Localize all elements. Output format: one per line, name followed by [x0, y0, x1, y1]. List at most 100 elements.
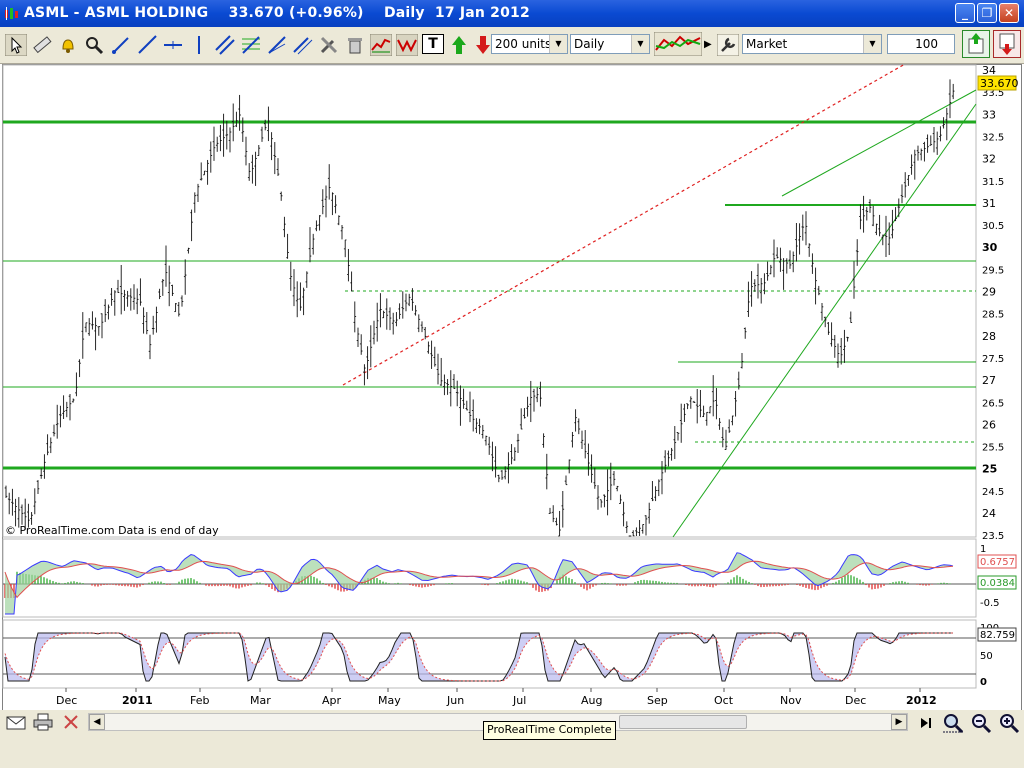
zoom-in-icon[interactable]	[998, 712, 1020, 734]
line-tool-icon[interactable]	[110, 34, 132, 56]
ruler-icon[interactable]	[31, 34, 53, 56]
print-icon[interactable]	[33, 713, 53, 731]
macd-hist-bar	[766, 584, 768, 587]
maximize-button[interactable]: ❐	[977, 3, 997, 23]
macd-hist-bar	[904, 581, 906, 584]
units-select[interactable]: 200 units ▼	[491, 34, 568, 54]
macd-hist-bar	[118, 584, 120, 586]
macd-hist-bar	[73, 581, 75, 584]
chart-zigzag-icon[interactable]	[396, 34, 418, 56]
macd-hist-bar	[754, 584, 756, 585]
macd-hist-bar	[718, 584, 720, 585]
macd-hist-bar	[859, 579, 861, 584]
minimize-button[interactable]: _	[955, 3, 975, 23]
macd-hist-bar	[262, 583, 264, 584]
expand-arrow-icon[interactable]: ▶	[704, 34, 714, 56]
chart-line-icon[interactable]	[370, 34, 392, 56]
macd-hist-bar	[568, 577, 570, 584]
macd-hist-bar	[136, 584, 138, 588]
window-title: ASML - ASML HOLDING 33.670 (+0.96%) Dail…	[24, 5, 530, 21]
macd-hist-bar	[481, 584, 483, 585]
buy-arrow-icon[interactable]	[448, 34, 470, 56]
zoom-out-icon[interactable]	[970, 712, 992, 734]
macd-hist-value: 0.0384	[980, 578, 1015, 589]
stoch-tick-50: 50	[980, 651, 993, 662]
macd-hist-bar	[649, 580, 651, 584]
scroll-left-icon[interactable]: ◀	[89, 714, 105, 730]
disconnect-icon[interactable]	[62, 713, 80, 731]
cursor-icon[interactable]	[5, 34, 27, 56]
order-type-select[interactable]: Market ▼	[742, 34, 882, 54]
macd-hist-bar	[526, 582, 528, 584]
indicator-chart-icon[interactable]	[654, 32, 702, 56]
price-tick: 24.5	[982, 487, 1004, 498]
macd-hist-bar	[166, 584, 168, 585]
macd-hist-bar	[868, 584, 870, 588]
scroll-right-icon[interactable]: ▶	[891, 714, 907, 730]
ray-tool-icon[interactable]	[136, 34, 158, 56]
channel-icon[interactable]	[214, 34, 236, 56]
macd-hist-bar	[445, 583, 447, 584]
time-tick-label: Jun	[446, 694, 464, 707]
fan-icon[interactable]	[266, 34, 288, 56]
time-tick-label: May	[378, 694, 401, 707]
sell-order-icon[interactable]	[993, 30, 1021, 58]
scroll-end-icon[interactable]	[918, 715, 934, 731]
macd-hist-bar	[655, 580, 657, 584]
buy-order-icon[interactable]	[962, 30, 990, 58]
macd-hist-bar	[271, 584, 273, 590]
fibonacci-icon[interactable]	[240, 34, 262, 56]
quantity-field[interactable]: 100	[887, 34, 955, 54]
timeframe-select[interactable]: Daily ▼	[570, 34, 650, 54]
macd-hist-bar	[178, 581, 180, 584]
macd-hist-bar	[889, 583, 891, 584]
wrench-icon[interactable]	[717, 34, 739, 56]
macd-hist-bar	[373, 578, 375, 584]
text-tool-button[interactable]: T	[422, 34, 444, 54]
upper-trend-channel[interactable]	[781, 89, 977, 197]
alert-bell-icon[interactable]	[57, 34, 79, 56]
close-button[interactable]: ✕	[999, 3, 1019, 23]
macd-hist-bar	[430, 584, 432, 586]
macd-hist-bar	[583, 584, 585, 589]
macd-hist-bar	[877, 584, 879, 589]
mail-icon[interactable]	[6, 715, 26, 731]
scrollbar-thumb[interactable]	[619, 715, 747, 729]
trash-icon[interactable]	[344, 34, 366, 56]
macd-hist-bar	[823, 584, 825, 587]
time-tick-label: Feb	[190, 694, 209, 707]
macd-hist-bar	[535, 584, 537, 591]
macd-hist-bar	[226, 584, 228, 586]
macd-hist-bar	[259, 582, 261, 584]
macd-hist-bar	[922, 584, 924, 586]
macd-hist-bar	[943, 582, 945, 584]
macd-hist-bar	[946, 583, 948, 584]
macd-hist-bar	[382, 581, 384, 584]
macd-hist-bar	[703, 584, 705, 586]
macd-hist-bar	[508, 579, 510, 584]
macd-hist-bar	[616, 584, 618, 586]
macd-hist-bar	[388, 583, 390, 584]
zoom-fit-icon[interactable]	[942, 712, 964, 734]
macd-hist-bar	[451, 583, 453, 584]
macd-hist-bar	[418, 584, 420, 588]
macd-hist-bar	[898, 581, 900, 584]
macd-hist-bar	[571, 579, 573, 584]
macd-hist-bar	[514, 579, 516, 584]
tools-icon[interactable]	[318, 34, 340, 56]
parallel-lines-icon[interactable]	[292, 34, 314, 56]
time-tick-label: Sep	[647, 694, 668, 707]
horizontal-line-icon[interactable]	[162, 34, 184, 56]
macd-hist-bar	[157, 581, 159, 584]
dotted-trend-line[interactable]	[342, 64, 906, 386]
macd-hist-bar	[181, 579, 183, 584]
lower-trend-line[interactable]	[672, 103, 977, 538]
macd-hist-bar	[211, 584, 213, 587]
timeframe-value: Daily	[574, 37, 605, 51]
macd-hist-bar	[415, 584, 417, 587]
macd-hist-bar	[670, 582, 672, 584]
macd-hist-bar	[601, 582, 603, 584]
vertical-line-icon[interactable]	[188, 34, 210, 56]
chart-area[interactable]: 3433.53332.53231.53130.53029.52928.52827…	[0, 64, 1024, 714]
zoom-icon[interactable]	[83, 34, 105, 56]
